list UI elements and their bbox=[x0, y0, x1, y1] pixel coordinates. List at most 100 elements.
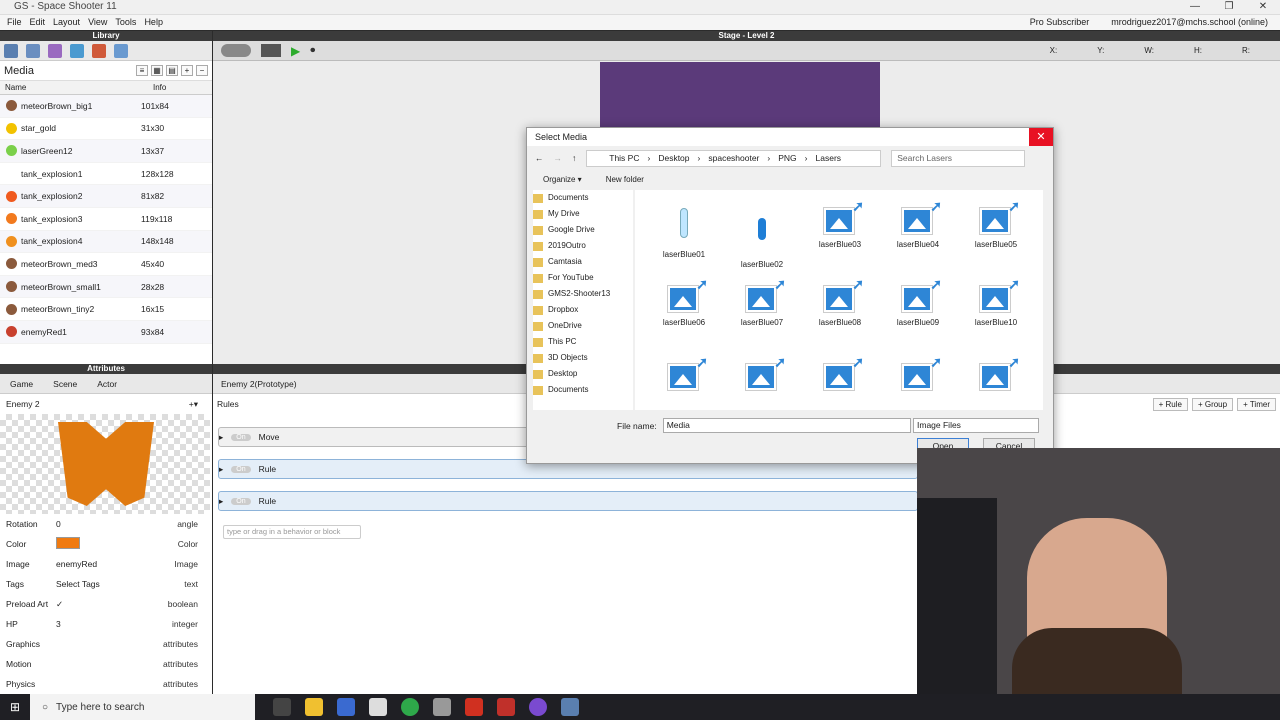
search-lasers-input[interactable]: Search Lasers bbox=[891, 149, 1026, 167]
pro-subscriber[interactable]: Pro Subscriber bbox=[1026, 15, 1094, 30]
media-item[interactable]: meteorBrown_big1 101x84 bbox=[0, 95, 212, 118]
layers-icon[interactable] bbox=[4, 43, 18, 58]
file-item[interactable]: laserBlue01 bbox=[649, 198, 719, 259]
file-item[interactable]: ➚ laserBlue07 bbox=[727, 276, 797, 327]
gamesalad-icon[interactable] bbox=[561, 698, 579, 716]
media-item[interactable]: tank_explosion3 119x118 bbox=[0, 208, 212, 231]
file-item[interactable]: ➚ laserBlue05 bbox=[961, 198, 1031, 249]
attribute-value[interactable] bbox=[56, 537, 178, 551]
tab-actor[interactable]: Actor bbox=[87, 379, 127, 389]
menu-view[interactable]: View bbox=[84, 15, 111, 30]
file-item[interactable]: ➚ laserBlue03 bbox=[805, 198, 875, 249]
new-folder-button[interactable]: New folder bbox=[606, 175, 644, 184]
tab-game[interactable]: Game bbox=[0, 379, 43, 389]
file-item[interactable]: ➚ laserBlue08 bbox=[805, 276, 875, 327]
media-item[interactable]: laserGreen12 13x37 bbox=[0, 140, 212, 163]
file-item[interactable]: ➚ laserBlue06 bbox=[649, 276, 719, 327]
scenes-icon[interactable] bbox=[26, 43, 40, 58]
camtasia-icon[interactable] bbox=[465, 698, 483, 716]
file-item[interactable]: ➚ laserBlue04 bbox=[883, 198, 953, 249]
nav-item[interactable]: This PC bbox=[533, 334, 633, 350]
actor-icon[interactable] bbox=[48, 43, 62, 58]
path-segment[interactable]: PNG bbox=[778, 153, 796, 163]
path-segment[interactable]: Desktop bbox=[658, 153, 689, 163]
nav-item[interactable]: For YouTube bbox=[533, 270, 633, 286]
file-item[interactable]: ➚ bbox=[727, 354, 797, 396]
organize-menu[interactable]: Organize ▾ bbox=[543, 175, 582, 184]
coord-h[interactable]: H: bbox=[1194, 46, 1202, 55]
nav-item[interactable]: Desktop bbox=[533, 366, 633, 382]
menu-layout[interactable]: Layout bbox=[49, 15, 84, 30]
grid-view-icon[interactable]: ▦ bbox=[151, 65, 163, 76]
add-timer-button[interactable]: + Timer bbox=[1237, 397, 1276, 411]
file-item[interactable]: ➚ laserBlue09 bbox=[883, 276, 953, 327]
app-icon[interactable] bbox=[497, 698, 515, 716]
attribute-row[interactable]: HP 3 integer bbox=[0, 614, 212, 634]
file-item[interactable]: laserBlue02 bbox=[727, 198, 797, 269]
media-item[interactable]: meteorBrown_tiny2 16x15 bbox=[0, 298, 212, 321]
chrome-icon[interactable] bbox=[401, 698, 419, 716]
menu-edit[interactable]: Edit bbox=[26, 15, 50, 30]
file-item[interactable]: ➚ laserBlue10 bbox=[961, 276, 1031, 327]
rule-item[interactable]: ▸ On Rule bbox=[218, 491, 918, 511]
rule-toggle[interactable]: On bbox=[231, 465, 251, 473]
media-item[interactable]: meteorBrown_small1 28x28 bbox=[0, 275, 212, 299]
task-view-icon[interactable] bbox=[273, 698, 291, 716]
file-item[interactable]: ➚ bbox=[961, 354, 1031, 396]
attribute-value[interactable]: ✓ bbox=[56, 599, 168, 610]
menu-tools[interactable]: Tools bbox=[111, 15, 140, 30]
sort-icon[interactable]: ▤ bbox=[166, 65, 178, 76]
mail-icon[interactable] bbox=[369, 698, 387, 716]
media-item[interactable]: tank_explosion4 148x148 bbox=[0, 230, 212, 254]
col-name[interactable]: Name bbox=[0, 81, 148, 94]
prototype-tab[interactable]: Enemy 2(Prototype) bbox=[221, 379, 297, 389]
media-item[interactable]: tank_explosion1 128x128 bbox=[0, 163, 212, 186]
nav-item[interactable]: Documents bbox=[533, 190, 633, 206]
menu-help[interactable]: Help bbox=[140, 15, 167, 30]
menu-file[interactable]: File bbox=[3, 15, 26, 30]
nav-item[interactable]: GMS2-Shooter13 bbox=[533, 286, 633, 302]
color-swatch[interactable] bbox=[56, 537, 80, 549]
coord-x[interactable]: X: bbox=[1050, 46, 1058, 55]
media-item[interactable]: enemyRed1 93x84 bbox=[0, 320, 212, 344]
attribute-value[interactable]: 0 bbox=[56, 519, 177, 529]
file-item[interactable]: ➚ bbox=[805, 354, 875, 396]
dialog-close-button[interactable]: ✕ bbox=[1029, 128, 1053, 146]
path-segment[interactable]: Lasers bbox=[816, 153, 842, 163]
coord-r[interactable]: R: bbox=[1242, 46, 1250, 55]
media-item[interactable]: star_gold 31x30 bbox=[0, 118, 212, 141]
nav-item[interactable]: 3D Objects bbox=[533, 350, 633, 366]
media-item[interactable]: tank_explosion2 81x82 bbox=[0, 185, 212, 208]
forward-icon[interactable]: → bbox=[554, 153, 563, 163]
nav-item[interactable]: OneDrive bbox=[533, 318, 633, 334]
close-button[interactable]: ✕ bbox=[1246, 0, 1280, 15]
play-icon[interactable]: ▶ bbox=[291, 44, 300, 58]
list-view-icon[interactable]: ≡ bbox=[136, 65, 148, 76]
nav-item[interactable]: 2019Outro bbox=[533, 238, 633, 254]
behavior-drop-field[interactable]: type or drag in a behavior or block bbox=[223, 525, 361, 539]
maximize-button[interactable]: ❐ bbox=[1212, 0, 1246, 15]
nav-item[interactable]: Documents bbox=[533, 382, 633, 398]
file-explorer-icon[interactable] bbox=[305, 698, 323, 716]
path-segment[interactable]: spaceshooter bbox=[708, 153, 759, 163]
windows-start-icon[interactable]: ⊞ bbox=[0, 700, 30, 714]
nav-item[interactable]: My Drive bbox=[533, 206, 633, 222]
pointer-tool-icon[interactable] bbox=[221, 44, 251, 57]
coord-w[interactable]: W: bbox=[1144, 46, 1154, 55]
account-label[interactable]: mrodriguez2017@mchs.school (online) bbox=[1107, 15, 1272, 30]
coord-y[interactable]: Y: bbox=[1097, 46, 1104, 55]
attribute-row[interactable]: Physics attributes bbox=[0, 674, 212, 694]
nav-item[interactable]: Camtasia bbox=[533, 254, 633, 270]
path-segment[interactable]: This PC bbox=[609, 153, 639, 163]
attribute-row[interactable]: Tags Select Tags text bbox=[0, 574, 212, 594]
up-icon[interactable]: ↑ bbox=[572, 153, 576, 163]
file-name-input[interactable]: Media bbox=[662, 418, 911, 433]
rule-toggle[interactable]: On bbox=[231, 497, 251, 505]
app-icon[interactable] bbox=[433, 698, 451, 716]
address-bar[interactable]: This PC › Desktop › spaceshooter › PNG › Las… bbox=[586, 149, 882, 167]
attribute-row[interactable]: Image enemyRed Image bbox=[0, 554, 212, 574]
add-media-button[interactable]: + bbox=[181, 65, 193, 76]
add-rule-button[interactable]: + Rule bbox=[1152, 397, 1188, 411]
record-icon[interactable]: ⏺ bbox=[310, 45, 315, 56]
file-type-select[interactable]: Image Files bbox=[913, 418, 1039, 433]
